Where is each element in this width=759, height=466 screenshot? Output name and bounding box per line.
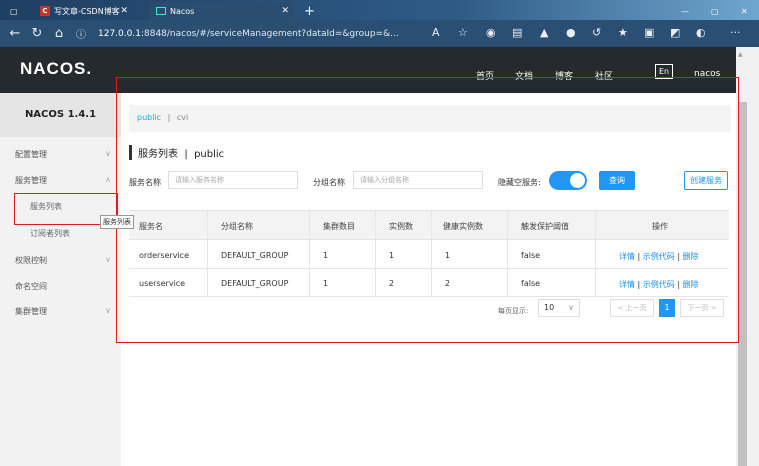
chevron-down-icon: ∨ [105, 149, 111, 158]
nacos-logo[interactable]: NACOS. [20, 59, 92, 79]
browser-tab-bar: ▢ C 写文章-CSDN博客 ✕ Nacos ✕ + — ▢ ✕ [0, 0, 759, 20]
favorite-add-icon[interactable]: ☆ [458, 26, 468, 39]
profile-avatar-icon[interactable]: ◐ [696, 26, 706, 39]
sidebar-tooltip: 服务列表 [100, 215, 134, 229]
collections-icon[interactable]: ▣ [644, 26, 654, 39]
new-tab-icon[interactable]: + [298, 2, 318, 20]
url-host: 127.0.0.1 [98, 28, 141, 39]
extension-icon[interactable]: ▤ [512, 26, 522, 39]
extension-icon[interactable]: ● [566, 26, 576, 39]
scroll-up-icon[interactable]: ▲ [738, 51, 743, 58]
sidebar-item-label: 权限控制 [15, 256, 47, 265]
more-menu-icon[interactable]: ··· [730, 26, 741, 39]
tab-actions-icon[interactable]: ▢ [4, 2, 26, 20]
url-path: :8848/nacos/#/serviceManagement?dataId=&… [140, 28, 399, 39]
chevron-down-icon: ∨ [105, 255, 111, 264]
home-icon[interactable]: ⌂ [48, 26, 70, 41]
favorites-icon[interactable]: ★ [618, 26, 628, 39]
sidebar-item-label: 服务管理 [15, 176, 47, 185]
sidebar-item-namespace[interactable]: 命名空间 [15, 281, 115, 292]
sidebar-item-label: 配置管理 [15, 150, 47, 159]
address-bar: ← ↻ ⌂ ⓘ 127.0.0.1:8848/nacos/#/serviceMa… [0, 20, 759, 47]
sidebar: NACOS 1.4.1 配置管理 ∨ 服务管理 ∧ 服务列表 订阅者列表 权限控制 ∨… [0, 93, 121, 466]
chevron-up-icon: ∧ [105, 175, 111, 184]
extension-icon[interactable]: ◉ [486, 26, 496, 39]
page-scrollbar[interactable]: ▲ [736, 47, 759, 466]
url-field[interactable]: 127.0.0.1:8848/nacos/#/serviceManagement… [98, 29, 399, 39]
nacos-favicon-icon [156, 7, 166, 15]
info-icon: ⓘ [76, 30, 86, 41]
tab-csdn[interactable]: C 写文章-CSDN博客 ✕ [34, 2, 134, 20]
tab-nacos[interactable]: Nacos ✕ [150, 2, 295, 20]
back-icon[interactable]: ← [4, 26, 26, 41]
sidebar-item-label: 集群管理 [15, 307, 47, 316]
tab-nacos-label: Nacos [170, 6, 195, 16]
sidebar-item-config[interactable]: 配置管理 ∨ [15, 149, 115, 160]
minimize-icon[interactable]: — [675, 2, 695, 20]
sidebar-item-service-mgmt[interactable]: 服务管理 ∧ [15, 175, 115, 186]
sidebar-item-subscribers[interactable]: 订阅者列表 [30, 228, 70, 239]
read-aloud-icon[interactable]: A [432, 26, 440, 39]
sidebar-version-title: NACOS 1.4.1 [0, 93, 121, 137]
sidebar-item-cluster[interactable]: 集群管理 ∨ [15, 306, 115, 317]
csdn-favicon-icon: C [40, 6, 50, 16]
refresh-icon[interactable]: ↻ [26, 26, 48, 41]
close-icon[interactable]: ✕ [120, 6, 128, 16]
tab-csdn-label: 写文章-CSDN博客 [54, 6, 120, 16]
share-icon[interactable]: ◩ [670, 26, 680, 39]
extension-icon[interactable]: ▲ [540, 26, 548, 39]
window-close-icon[interactable]: ✕ [735, 2, 755, 20]
scrollbar-thumb[interactable] [738, 102, 747, 466]
annotation-highlight-box [116, 77, 739, 343]
chevron-down-icon: ∨ [105, 306, 111, 315]
close-icon[interactable]: ✕ [281, 6, 289, 16]
maximize-icon[interactable]: ▢ [705, 2, 725, 20]
extension-icon[interactable]: ↺ [592, 26, 601, 39]
sidebar-item-auth[interactable]: 权限控制 ∨ [15, 255, 115, 266]
